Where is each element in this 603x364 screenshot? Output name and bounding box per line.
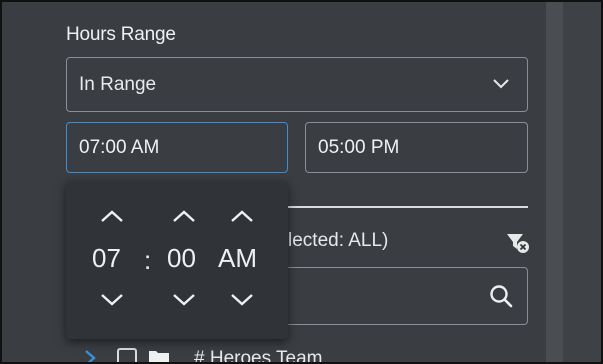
time-separator: : [144, 245, 152, 275]
hours-range-mode-value: In Range [79, 74, 157, 95]
end-time-input[interactable] [305, 122, 528, 173]
folder-icon [149, 351, 169, 364]
tree-search-input[interactable] [280, 267, 528, 325]
meridiem-value[interactable]: AM [218, 243, 257, 274]
minute-decrement-icon[interactable] [172, 293, 196, 307]
hour-decrement-icon[interactable] [100, 293, 124, 307]
tree-item-label: # Heroes Team [194, 348, 323, 364]
minute-value[interactable]: 00 [167, 243, 196, 274]
minute-increment-icon[interactable] [172, 209, 196, 223]
chevron-right-icon[interactable] [84, 349, 96, 364]
hour-increment-icon[interactable] [100, 209, 124, 223]
meridiem-decrement-icon[interactable] [230, 293, 254, 307]
start-time-input[interactable] [66, 122, 288, 173]
filter-clear-icon[interactable] [506, 232, 530, 254]
panel-scrollbar[interactable] [546, 2, 563, 362]
meridiem-increment-icon[interactable] [230, 209, 254, 223]
selection-summary-label: lected: ALL) [288, 230, 389, 251]
chevron-down-icon [493, 79, 509, 89]
time-picker-popup: 07 : 00 AM [66, 181, 288, 339]
hour-value[interactable]: 07 [92, 243, 121, 274]
search-icon[interactable] [489, 284, 513, 308]
right-pane [563, 2, 601, 362]
tree-item[interactable]: # Heroes Team [84, 344, 384, 364]
hours-range-mode-select[interactable]: In Range [66, 57, 528, 112]
tree-item-checkbox[interactable] [117, 348, 137, 364]
hours-range-label: Hours Range [66, 24, 176, 45]
section-divider [288, 206, 528, 208]
